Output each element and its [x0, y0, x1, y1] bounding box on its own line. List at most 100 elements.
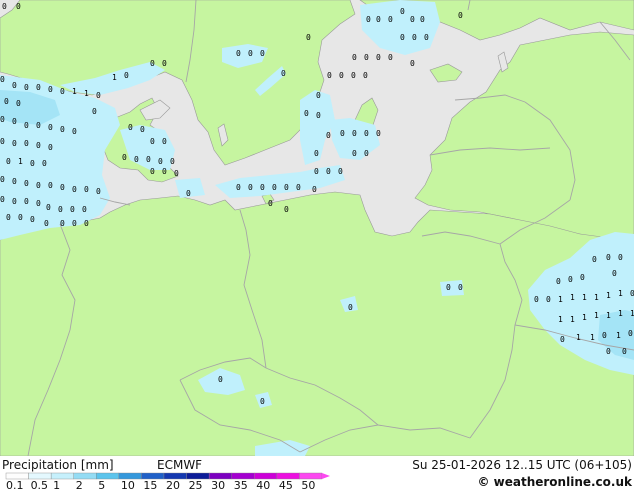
legend-tick-label: 1 [53, 479, 60, 490]
precip-value-label: 0 [236, 49, 241, 58]
precip-value-label: 0 [568, 275, 573, 284]
precip-value-label: 0 [352, 129, 357, 138]
precip-value-label: 0 [96, 187, 101, 196]
precip-value-label: 0 [124, 71, 129, 80]
precip-value-label: 0 [534, 295, 539, 304]
legend-tick-label: 40 [256, 479, 270, 490]
legend-arrow [322, 473, 330, 479]
precip-value-label: 0 [12, 81, 17, 90]
precip-value-label: 0 [236, 183, 241, 192]
precip-value-label: 0 [96, 91, 101, 100]
precip-value-label: 1 [630, 309, 634, 318]
precip-value-label: 0 [364, 149, 369, 158]
precip-value-label: 0 [420, 15, 425, 24]
precip-value-label: 0 [162, 59, 167, 68]
precip-value-label: 1 [618, 289, 623, 298]
precip-value-label: 0 [84, 219, 89, 228]
precip-value-label: 0 [24, 179, 29, 188]
precip-value-label: 0 [36, 141, 41, 150]
precip-value-label: 0 [0, 175, 5, 184]
precip-value-label: 0 [326, 131, 331, 140]
legend-tick-label: 50 [301, 479, 315, 490]
precip-value-label: 0 [580, 273, 585, 282]
precip-value-label: 0 [556, 277, 561, 286]
precip-value-label: 0 [140, 125, 145, 134]
precip-value-label: 1 [558, 295, 563, 304]
precip-value-label: 0 [42, 159, 47, 168]
legend-tick-label: 5 [98, 479, 105, 490]
precip-value-label: 0 [24, 121, 29, 130]
precip-value-label: 0 [24, 197, 29, 206]
precip-value-label: 0 [150, 137, 155, 146]
precip-value-label: 0 [606, 253, 611, 262]
precip-value-label: 0 [12, 139, 17, 148]
legend: Precipitation [mm] ECMWF Su 25-01-2026 1… [0, 456, 634, 490]
precip-value-label: 0 [58, 205, 63, 214]
precip-value-label: 0 [260, 49, 265, 58]
precip-value-label: 0 [284, 205, 289, 214]
precip-value-label: 0 [72, 219, 77, 228]
precip-value-label: 0 [281, 69, 286, 78]
precip-value-label: 0 [352, 149, 357, 158]
precip-value-label: 0 [327, 71, 332, 80]
precip-value-label: 0 [400, 33, 405, 42]
precip-value-label: 0 [268, 199, 273, 208]
legend-tick-label: 10 [121, 479, 135, 490]
legend-tick-label: 25 [189, 479, 203, 490]
precip-value-label: 0 [18, 213, 23, 222]
precip-value-label: 0 [170, 157, 175, 166]
precip-value-label: 0 [0, 75, 5, 84]
precip-value-label: 0 [12, 197, 17, 206]
precip-value-label: 0 [24, 83, 29, 92]
precip-value-label: 0 [158, 157, 163, 166]
precip-value-label: 0 [410, 59, 415, 68]
precip-value-label: 0 [186, 189, 191, 198]
precip-value-label: 0 [48, 85, 53, 94]
legend-credit: © weatheronline.co.uk [477, 475, 633, 489]
precip-value-label: 0 [146, 155, 151, 164]
precip-value-label: 1 [594, 293, 599, 302]
precip-value-label: 0 [12, 117, 17, 126]
precip-value-label: 0 [306, 33, 311, 42]
precip-value-label: 1 [576, 333, 581, 342]
precip-value-label: 0 [272, 183, 277, 192]
precip-value-label: 0 [60, 183, 65, 192]
precip-value-label: 0 [150, 167, 155, 176]
precip-value-label: 0 [326, 167, 331, 176]
precip-value-label: 0 [48, 181, 53, 190]
precip-value-label: 0 [560, 335, 565, 344]
precip-value-label: 0 [30, 159, 35, 168]
precip-value-label: 0 [363, 71, 368, 80]
precip-value-label: 0 [612, 269, 617, 278]
legend-tick-label: 15 [143, 479, 157, 490]
precip-value-label: 0 [162, 167, 167, 176]
precip-value-label: 0 [314, 167, 319, 176]
precip-value-label: 0 [6, 157, 11, 166]
precip-value-label: 1 [618, 309, 623, 318]
legend-scale-labels: 0.1 0.5 1 2 5 10 15 20 25 30 35 40 45 50 [6, 479, 315, 490]
precip-value-label: 0 [44, 219, 49, 228]
precip-value-label: 0 [284, 183, 289, 192]
precip-value-label: 0 [84, 185, 89, 194]
precip-value-label: 0 [82, 205, 87, 214]
precip-value-label: 0 [0, 137, 5, 146]
precip-value-label: 0 [60, 87, 65, 96]
precip-value-label: 0 [304, 109, 309, 118]
precip-value-label: 0 [248, 183, 253, 192]
precip-value-label: 0 [122, 153, 127, 162]
precip-value-label: 1 [594, 311, 599, 320]
precip-value-label: 0 [72, 127, 77, 136]
precip-value-label: 0 [314, 149, 319, 158]
precip-value-label: 1 [84, 89, 89, 98]
precip-value-label: 1 [558, 315, 563, 324]
precip-value-label: 0 [6, 213, 11, 222]
legend-tick-label: 2 [76, 479, 83, 490]
precip-value-label: 0 [2, 2, 7, 11]
precip-value-label: 1 [570, 293, 575, 302]
precip-value-label: 1 [616, 331, 621, 340]
legend-tick-label: 20 [166, 479, 180, 490]
precip-value-label: 0 [340, 129, 345, 138]
precip-value-label: 0 [351, 71, 356, 80]
precip-value-label: 0 [46, 203, 51, 212]
precip-value-label: 1 [18, 157, 23, 166]
